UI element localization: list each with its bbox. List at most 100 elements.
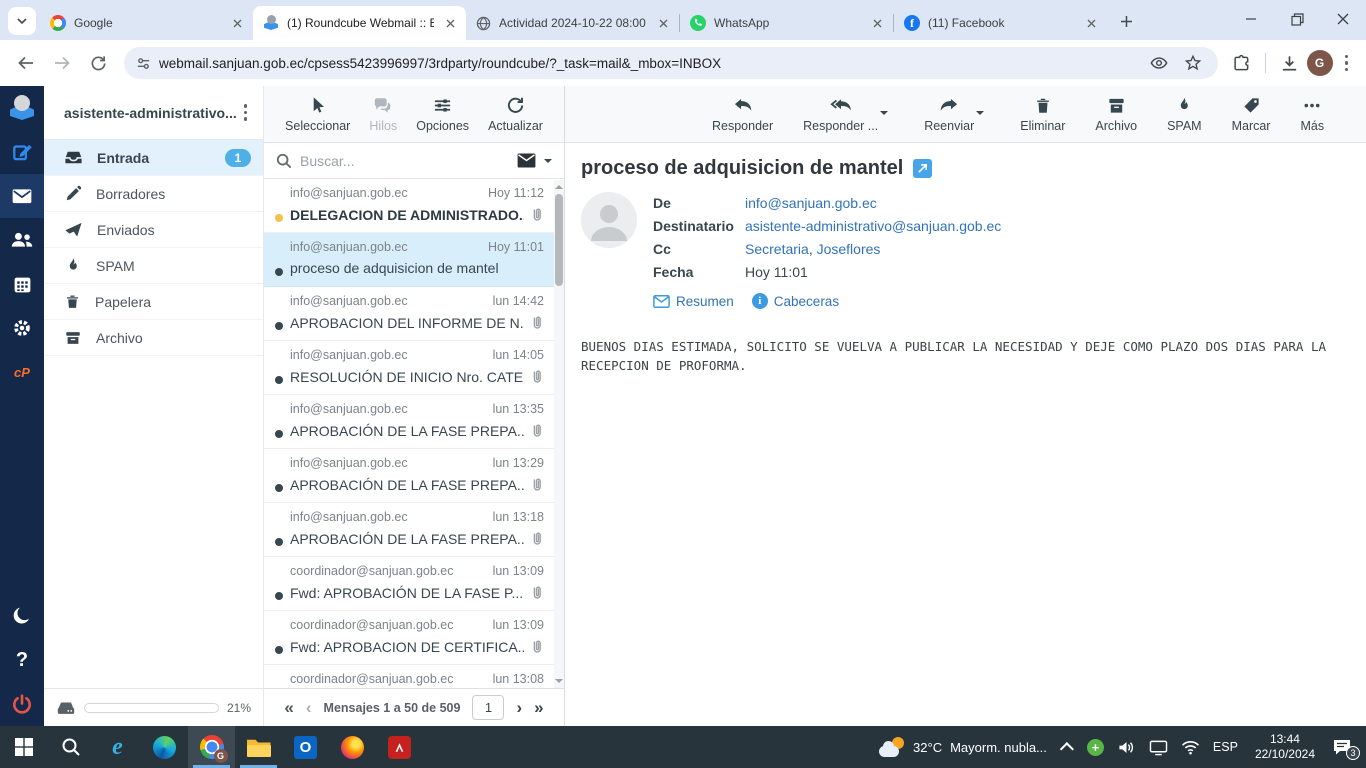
flag-dot-icon[interactable] bbox=[275, 214, 283, 222]
window-minimize-button[interactable] bbox=[1228, 0, 1274, 38]
page-number-input[interactable] bbox=[472, 695, 505, 720]
mark-button[interactable]: Marcar bbox=[1230, 96, 1273, 133]
unread-dot-icon[interactable] bbox=[275, 646, 283, 654]
close-icon[interactable] bbox=[229, 15, 245, 31]
scrollbar-thumb[interactable] bbox=[555, 194, 563, 286]
list-item[interactable]: info@sanjuan.gob.ec Hoy 11:12 DELEGACION … bbox=[264, 179, 564, 233]
delete-button[interactable]: Eliminar bbox=[1018, 96, 1067, 133]
dropdown-caret-icon[interactable] bbox=[976, 110, 985, 119]
outlook-icon[interactable]: O bbox=[282, 726, 329, 768]
close-icon[interactable] bbox=[869, 15, 885, 31]
cc-link-1[interactable]: Secretaria bbox=[745, 241, 809, 257]
tab-whatsapp[interactable]: WhatsApp bbox=[680, 6, 893, 40]
list-item[interactable]: info@sanjuan.gob.ec lun 14:05 RESOLUCIÓN … bbox=[264, 341, 564, 395]
scroll-up-icon[interactable] bbox=[555, 183, 563, 191]
refresh-button[interactable] bbox=[82, 47, 114, 79]
list-item[interactable]: coordinador@sanjuan.gob.ec lun 13:09 Fwd:… bbox=[264, 611, 564, 665]
list-item[interactable]: info@sanjuan.gob.ec lun 13:29 APROBACIÓN … bbox=[264, 449, 564, 503]
rail-calendar-button[interactable] bbox=[0, 262, 44, 306]
reply-button[interactable]: Responder bbox=[710, 96, 775, 133]
cc-link-2[interactable]: Joseflores bbox=[817, 241, 881, 257]
options-button[interactable]: Opciones bbox=[414, 96, 471, 133]
close-icon[interactable] bbox=[1083, 15, 1099, 31]
rail-mail-button[interactable] bbox=[0, 174, 44, 218]
folder-spam[interactable]: SPAM bbox=[44, 248, 263, 284]
unread-dot-icon[interactable] bbox=[275, 376, 283, 384]
from-address-link[interactable]: info@sanjuan.gob.ec bbox=[745, 195, 877, 211]
acrobat-icon[interactable] bbox=[376, 726, 423, 768]
unread-dot-icon[interactable] bbox=[275, 430, 283, 438]
close-icon[interactable] bbox=[442, 15, 458, 31]
reply-all-button[interactable]: Responder ... bbox=[801, 96, 889, 133]
chrome-taskbar-icon[interactable]: G bbox=[188, 726, 235, 768]
folder-archivo[interactable]: Archivo bbox=[44, 320, 263, 356]
browser-menu-icon[interactable] bbox=[1337, 54, 1357, 72]
tray-expand-icon[interactable] bbox=[1059, 742, 1074, 757]
folder-papelera[interactable]: Papelera bbox=[44, 284, 263, 320]
select-button[interactable]: Seleccionar bbox=[283, 96, 352, 133]
taskbar-clock[interactable]: 13:44 22/10/2024 bbox=[1251, 732, 1319, 762]
window-restore-button[interactable] bbox=[1274, 0, 1320, 38]
volume-icon[interactable] bbox=[1117, 739, 1136, 756]
list-item[interactable]: info@sanjuan.gob.ec lun 13:35 APROBACIÓN … bbox=[264, 395, 564, 449]
site-info-icon[interactable] bbox=[136, 56, 151, 71]
threads-button[interactable]: Hilos bbox=[367, 96, 399, 133]
archive-button[interactable]: Archivo bbox=[1093, 96, 1139, 133]
unread-dot-icon[interactable] bbox=[275, 268, 283, 276]
rail-settings-button[interactable] bbox=[0, 306, 44, 350]
spam-button[interactable]: SPAM bbox=[1165, 96, 1204, 133]
last-page-button[interactable] bbox=[534, 699, 543, 716]
profile-avatar[interactable]: G bbox=[1306, 50, 1333, 76]
unread-dot-icon[interactable] bbox=[275, 538, 283, 546]
prev-page-button[interactable] bbox=[306, 699, 312, 716]
search-input[interactable] bbox=[300, 152, 509, 169]
cast-screen-icon[interactable] bbox=[1149, 739, 1168, 756]
back-button[interactable] bbox=[10, 47, 42, 79]
folder-entrada[interactable]: Entrada 1 bbox=[44, 140, 263, 176]
forward-button[interactable] bbox=[46, 47, 78, 79]
new-tab-button[interactable] bbox=[1113, 8, 1139, 34]
to-address-link[interactable]: asistente-administrativo@sanjuan.gob.ec bbox=[745, 218, 1001, 234]
unread-dot-icon[interactable] bbox=[275, 322, 283, 330]
search-scope-mail-icon[interactable] bbox=[517, 153, 536, 168]
antivirus-tray-icon[interactable]: + bbox=[1086, 738, 1104, 756]
url-omnibox[interactable]: webmail.sanjuan.gob.ec/cpsess5423996997/… bbox=[124, 47, 1218, 79]
tab-roundcube[interactable]: (1) Roundcube Webmail :: En bbox=[253, 6, 466, 40]
file-explorer-icon[interactable] bbox=[235, 726, 282, 768]
forward-button[interactable]: Reenviar bbox=[922, 96, 985, 133]
close-icon[interactable] bbox=[655, 15, 671, 31]
open-in-new-window-icon[interactable] bbox=[913, 159, 933, 178]
tab-actividad[interactable]: Actividad 2024-10-22 08:00 bbox=[466, 6, 679, 40]
chevron-down-icon[interactable] bbox=[544, 158, 552, 167]
keyboard-language[interactable]: ESP bbox=[1213, 740, 1238, 754]
list-item[interactable]: coordinador@sanjuan.gob.ec lun 13:09 Fwd:… bbox=[264, 557, 564, 611]
rail-contacts-button[interactable] bbox=[0, 218, 44, 262]
next-page-button[interactable] bbox=[516, 699, 522, 716]
tab-facebook[interactable]: f (11) Facebook bbox=[894, 6, 1107, 40]
summary-toggle[interactable]: Resumen bbox=[653, 294, 734, 309]
notification-center-icon[interactable]: 3 bbox=[1332, 738, 1360, 760]
list-item[interactable]: info@sanjuan.gob.ec lun 14:42 APROBACION … bbox=[264, 287, 564, 341]
start-button[interactable] bbox=[0, 726, 47, 768]
compose-button[interactable] bbox=[0, 130, 44, 174]
folder-enviados[interactable]: Enviados bbox=[44, 212, 263, 248]
logout-power-button[interactable] bbox=[0, 682, 44, 726]
weather-widget[interactable]: 32°C Mayorm. nubla... bbox=[875, 737, 1051, 757]
more-button[interactable]: Más bbox=[1298, 96, 1326, 133]
eye-icon[interactable] bbox=[1146, 54, 1172, 72]
dropdown-caret-icon[interactable] bbox=[880, 110, 889, 119]
list-scrollbar[interactable] bbox=[554, 180, 564, 688]
dark-mode-moon-icon[interactable] bbox=[0, 594, 44, 638]
folder-borradores[interactable]: Borradores bbox=[44, 176, 263, 212]
tab-google[interactable]: Google bbox=[40, 6, 253, 40]
tab-search-button[interactable] bbox=[8, 7, 36, 35]
unread-dot-icon[interactable] bbox=[275, 484, 283, 492]
first-page-button[interactable] bbox=[284, 699, 293, 716]
window-close-button[interactable] bbox=[1320, 0, 1366, 38]
headers-toggle[interactable]: i Cabeceras bbox=[751, 293, 839, 309]
bookmark-star-icon[interactable] bbox=[1180, 54, 1206, 72]
cpanel-icon[interactable]: cP bbox=[0, 350, 44, 394]
folder-menu-icon[interactable] bbox=[236, 104, 256, 121]
wifi-icon[interactable] bbox=[1181, 740, 1200, 755]
extensions-icon[interactable] bbox=[1228, 54, 1255, 73]
